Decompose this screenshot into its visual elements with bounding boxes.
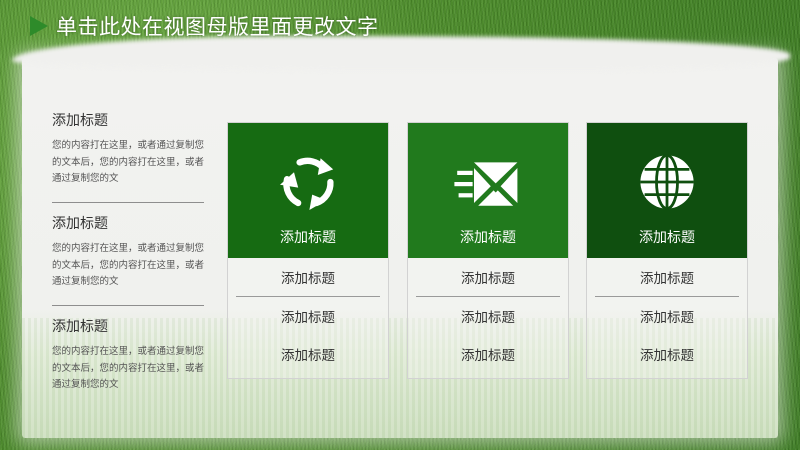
left-item-2: 添加标题 您的内容打在这里，或者通过复制您的文本后，您的内容打在这里，或者通过复… [52,213,204,291]
card-row[interactable]: 添加标题 [228,297,388,335]
card-title[interactable]: 添加标题 [460,227,516,247]
play-icon [30,16,48,36]
card-rows: 添加标题 添加标题 添加标题 [408,258,568,373]
slide-header: 单击此处在视图母版里面更改文字 [30,10,379,42]
left-item-title[interactable]: 添加标题 [52,213,204,233]
card-rows: 添加标题 添加标题 添加标题 [228,258,388,373]
mail-icon [454,162,518,206]
card-row[interactable]: 添加标题 [587,258,747,296]
left-item-body[interactable]: 您的内容打在这里，或者通过复制您的文本后，您的内容打在这里，或者通过复制您的文 [52,138,204,188]
card-row[interactable]: 添加标题 [228,258,388,296]
left-item-body[interactable]: 您的内容打在这里，或者通过复制您的文本后，您的内容打在这里，或者通过复制您的文 [52,241,204,291]
slide-title[interactable]: 单击此处在视图母版里面更改文字 [56,11,379,41]
card-row[interactable]: 添加标题 [587,297,747,335]
card-header: 添加标题 [228,123,388,258]
card-row[interactable]: 添加标题 [408,335,568,373]
card-title[interactable]: 添加标题 [280,227,336,247]
left-text-column: 添加标题 您的内容打在这里，或者通过复制您的文本后，您的内容打在这里，或者通过复… [52,110,204,394]
card-row[interactable]: 添加标题 [228,335,388,373]
card-header: 添加标题 [587,123,747,258]
card-row[interactable]: 添加标题 [587,335,747,373]
recycle-icon [280,157,334,210]
left-item-3: 添加标题 您的内容打在这里，或者通过复制您的文本后，您的内容打在这里，或者通过复… [52,316,204,394]
card-globe: 添加标题 添加标题 添加标题 添加标题 [586,122,748,379]
card-rows: 添加标题 添加标题 添加标题 [587,258,747,373]
divider [52,305,204,306]
left-item-body[interactable]: 您的内容打在这里，或者通过复制您的文本后，您的内容打在这里，或者通过复制您的文 [52,344,204,394]
left-item-1: 添加标题 您的内容打在这里，或者通过复制您的文本后，您的内容打在这里，或者通过复… [52,110,204,188]
card-mail: 添加标题 添加标题 添加标题 添加标题 [407,122,569,379]
divider [52,202,204,203]
left-item-title[interactable]: 添加标题 [52,110,204,130]
card-recycle: 添加标题 添加标题 添加标题 添加标题 [227,122,389,379]
card-row[interactable]: 添加标题 [408,297,568,335]
left-item-title[interactable]: 添加标题 [52,316,204,336]
card-row[interactable]: 添加标题 [408,258,568,296]
globe-icon [640,154,694,210]
card-header: 添加标题 [408,123,568,258]
card-title[interactable]: 添加标题 [639,227,695,247]
